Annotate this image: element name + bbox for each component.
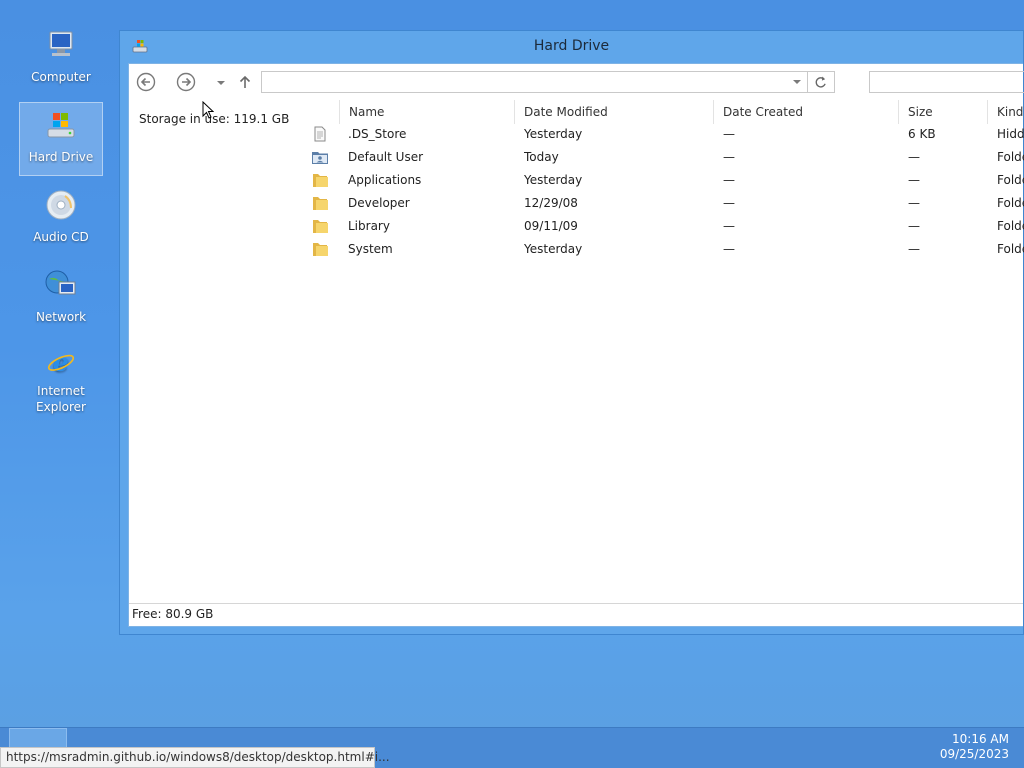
- folder-icon: [313, 174, 328, 187]
- address-bar[interactable]: [261, 71, 808, 93]
- file-row[interactable]: Applications Yesterday — — Folde: [129, 169, 1024, 192]
- file-date-modified: 12/29/08: [524, 196, 578, 210]
- column-header-kind[interactable]: Kind: [987, 100, 1024, 124]
- column-headers: Name Date Modified Date Created Size Kin…: [129, 100, 1023, 124]
- folder-icon: [313, 243, 328, 256]
- file-date-created: —: [723, 219, 735, 233]
- explorer-window: Hard Drive Storage in use: 119.1 GB Name…: [119, 30, 1024, 635]
- desktop-icons: Computer Hard Drive Audio CD Network e I…: [19, 22, 105, 422]
- forward-arrow-icon[interactable]: [176, 72, 196, 92]
- file-kind: Hidde: [997, 127, 1024, 141]
- file-name: System: [348, 242, 393, 256]
- recent-locations-chevron-down-icon[interactable]: [211, 72, 231, 92]
- svg-text:e: e: [53, 348, 69, 377]
- file-row[interactable]: .DS_Store Yesterday — 6 KB Hidde: [129, 123, 1024, 146]
- hard-drive-icon: [47, 113, 75, 138]
- computer-icon: [49, 31, 73, 56]
- file-row[interactable]: System Yesterday — — Folde: [129, 238, 1024, 261]
- file-size: —: [908, 196, 920, 210]
- window-title: Hard Drive: [533, 38, 610, 54]
- file-date-created: —: [723, 127, 735, 141]
- desktop-icon-label: Network: [35, 310, 87, 324]
- free-space: Free: 80.9 GB: [132, 607, 214, 621]
- file-list: .DS_Store Yesterday — 6 KB Hidde Default…: [129, 123, 1024, 261]
- file-date-created: —: [723, 173, 735, 187]
- file-size: —: [908, 173, 920, 187]
- window-titlebar[interactable]: Hard Drive: [120, 31, 1023, 63]
- folder-icon: [313, 197, 328, 210]
- desktop-icon-network[interactable]: Network: [19, 262, 103, 336]
- file-date-modified: Yesterday: [524, 127, 583, 141]
- file-name: Developer: [348, 196, 410, 210]
- file-date-created: —: [723, 242, 735, 256]
- clock-time: 10:16 AM: [952, 732, 1009, 746]
- desktop-icon-label: Audio CD: [33, 230, 89, 244]
- file-kind: Folde: [997, 219, 1024, 233]
- network-icon: [45, 270, 76, 295]
- file-size: 6 KB: [908, 127, 936, 141]
- file-date-modified: Today: [524, 150, 559, 164]
- file-date-created: —: [723, 196, 735, 210]
- desktop-icon-label: Hard Drive: [28, 150, 94, 164]
- window-client: Storage in use: 119.1 GB Name Date Modif…: [128, 63, 1024, 627]
- file-size: —: [908, 150, 920, 164]
- status-bar: Free: 80.9 GB: [129, 603, 1023, 626]
- file-date-modified: Yesterday: [524, 173, 583, 187]
- link-status-url: https://msradmin.github.io/windows8/desk…: [0, 747, 390, 768]
- file-kind: Folde: [997, 173, 1024, 187]
- file-kind: Folde: [997, 242, 1024, 256]
- file-size: —: [908, 219, 920, 233]
- desktop-icon-label: Internet Explorer: [36, 384, 86, 414]
- internet-explorer-icon: e: [47, 348, 75, 377]
- search-input[interactable]: [869, 71, 1024, 93]
- file-row[interactable]: Default User Today — — Folde: [129, 146, 1024, 169]
- file-date-modified: 09/11/09: [524, 219, 578, 233]
- file-date-created: —: [723, 150, 735, 164]
- file-kind: Folde: [997, 196, 1024, 210]
- address-dropdown-chevron-down-icon[interactable]: [787, 72, 807, 92]
- document-icon: [314, 126, 326, 142]
- toolbar: [129, 64, 1024, 100]
- file-row[interactable]: Developer 12/29/08 — — Folde: [129, 192, 1024, 215]
- file-name: .DS_Store: [348, 127, 407, 141]
- cd-icon: [46, 190, 76, 220]
- back-arrow-icon[interactable]: [136, 72, 156, 92]
- file-name: Applications: [348, 173, 422, 187]
- mouse-cursor-icon: [202, 101, 214, 119]
- column-header-name[interactable]: Name: [339, 100, 514, 124]
- clock-date: 09/25/2023: [939, 747, 1009, 761]
- desktop-icon-hard-drive[interactable]: Hard Drive: [19, 102, 103, 176]
- file-name: Default User: [348, 150, 424, 164]
- file-name: Library: [348, 219, 390, 233]
- desktop-icon-computer[interactable]: Computer: [19, 22, 103, 96]
- up-arrow-icon[interactable]: [235, 72, 255, 92]
- file-size: —: [908, 242, 920, 256]
- file-date-modified: Yesterday: [524, 242, 583, 256]
- desktop-icon-label: Computer: [31, 70, 91, 84]
- file-row[interactable]: Library 09/11/09 — — Folde: [129, 215, 1024, 238]
- desktop-icon-internet-explorer[interactable]: e Internet Explorer: [19, 342, 103, 416]
- column-header-date-created[interactable]: Date Created: [713, 100, 898, 124]
- user-folder-icon: [312, 152, 328, 164]
- desktop-icon-audio-cd[interactable]: Audio CD: [19, 182, 103, 256]
- file-kind: Folde: [997, 150, 1024, 164]
- column-header-size[interactable]: Size: [898, 100, 987, 124]
- column-header-date-modified[interactable]: Date Modified: [514, 100, 713, 124]
- system-clock[interactable]: 10:16 AM 09/25/2023: [940, 732, 1009, 762]
- folder-icon: [313, 220, 328, 233]
- refresh-icon[interactable]: [808, 71, 835, 93]
